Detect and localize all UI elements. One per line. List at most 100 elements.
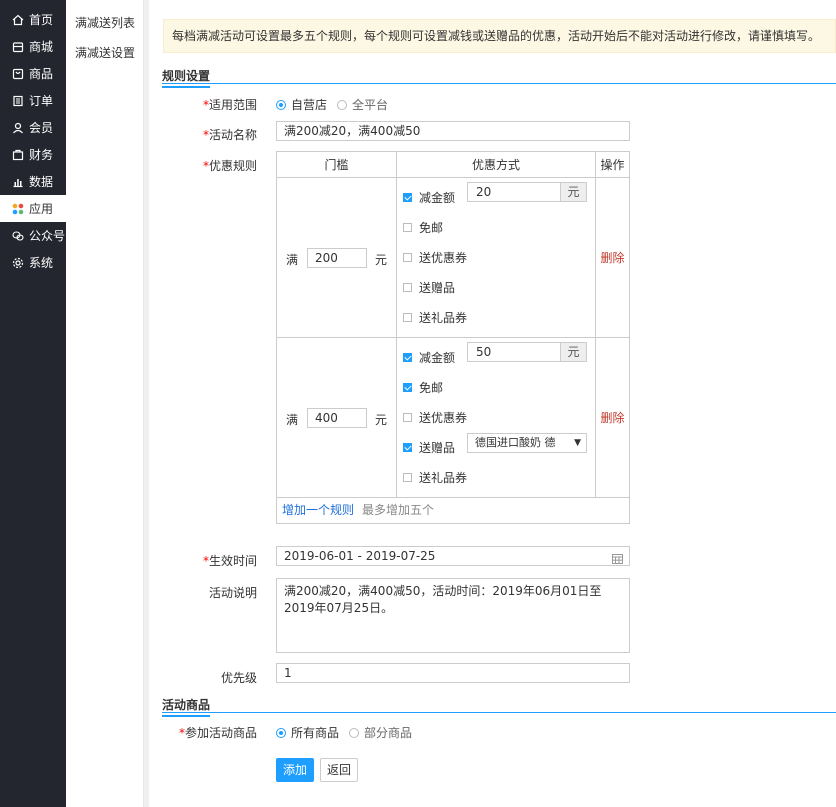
threshold-input[interactable]: 200: [307, 248, 367, 268]
threshold-cell: 满 200 元: [276, 177, 397, 338]
divider: [162, 83, 836, 84]
subnav-item-settings[interactable]: 满减送设置: [66, 33, 143, 71]
yuan-label: 元: [375, 413, 388, 427]
checkbox-box: [403, 413, 412, 422]
col-header-op: 操作: [595, 151, 630, 178]
priority-input[interactable]: 1: [276, 663, 630, 683]
name-label: *活动名称: [202, 128, 257, 142]
checkbox-box: [403, 223, 412, 232]
home-icon: [12, 14, 24, 26]
nav-label: 订单: [29, 94, 54, 108]
nav-item-member[interactable]: 会员: [0, 114, 66, 141]
subnav-item-list[interactable]: 满减送列表: [66, 0, 143, 33]
coupon-checkbox[interactable]: 送优惠券: [403, 409, 467, 426]
nav-item-wechat[interactable]: 公众号: [0, 222, 66, 249]
scope-all-radio[interactable]: 全平台: [337, 96, 388, 113]
activity-name-input[interactable]: 满200减20，满400减50: [276, 121, 630, 141]
nav-item-data[interactable]: 数据: [0, 168, 66, 195]
nav-item-apps[interactable]: 应用: [0, 195, 66, 222]
col-header-method: 优惠方式: [396, 151, 596, 178]
description-textarea[interactable]: 满200减20，满400减50，活动时间：2019年06月01日至2019年07…: [276, 578, 630, 653]
chart-icon: [12, 176, 24, 188]
gift-select[interactable]: 德国进口酸奶 德 ▼: [467, 433, 587, 453]
reduce-amount-input[interactable]: 20 元: [467, 182, 587, 202]
settings-icon: [12, 257, 24, 269]
goods-all-radio[interactable]: 所有商品: [276, 724, 339, 741]
op-cell: 删除: [595, 337, 630, 498]
nav-label: 系统: [29, 256, 54, 270]
nav-label: 商城: [29, 40, 54, 54]
radio-dot: [276, 99, 286, 110]
method-cell: 减金额 50 元 免邮 送优惠券 送赠品 德国进口酸奶 德 ▼ 送礼品券: [396, 337, 596, 498]
checkbox-box: [403, 193, 412, 202]
scope-self-radio[interactable]: 自营店: [276, 96, 327, 113]
calendar-icon: [612, 551, 623, 569]
nav-item-order[interactable]: 订单: [0, 87, 66, 114]
threshold-cell: 满 400 元: [276, 337, 397, 498]
priority-label: 优先级: [220, 671, 257, 685]
nav-label: 财务: [29, 148, 54, 162]
delete-rule-link[interactable]: 删除: [600, 251, 624, 265]
dropdown-arrow-icon: ▼: [574, 438, 581, 448]
nav-label: 应用: [29, 202, 54, 216]
apps-icon: [12, 203, 24, 215]
rule-row: 满 200 元 减金额 20 元 免邮 送优惠券 送赠品 送礼品券 删除: [276, 177, 630, 338]
gift-checkbox[interactable]: 送赠品: [403, 439, 455, 456]
main-content: 每档满减活动可设置最多五个规则，每个规则可设置减钱或送赠品的优惠，活动开始后不能…: [149, 0, 836, 807]
reduce-checkbox[interactable]: 减金额: [403, 349, 455, 366]
nav-item-home[interactable]: 首页: [0, 6, 66, 33]
nav-item-finance[interactable]: 财务: [0, 141, 66, 168]
sub-sidebar: 满减送列表 满减送设置: [66, 0, 144, 807]
checkbox-box: [403, 253, 412, 262]
nav-label: 商品: [29, 67, 54, 81]
man-label: 满: [286, 253, 299, 267]
checkbox-box: [403, 353, 412, 362]
checkbox-box: [403, 383, 412, 392]
add-rule-hint: 最多增加五个: [362, 503, 435, 517]
nav-label: 会员: [29, 121, 54, 135]
rules-table: 门槛 优惠方式 操作 满 200 元 减金额 20 元 免邮 送优惠券 送赠品 送…: [276, 151, 630, 498]
nav-item-system[interactable]: 系统: [0, 249, 66, 276]
yuan-label: 元: [375, 253, 388, 267]
delete-rule-link[interactable]: 删除: [600, 411, 624, 425]
goods-part-radio[interactable]: 部分商品: [349, 724, 412, 741]
add-button[interactable]: 添加: [276, 758, 314, 782]
date-range-input[interactable]: 2019-06-01 - 2019-07-25: [276, 546, 630, 566]
man-label: 满: [286, 413, 299, 427]
back-button[interactable]: 返回: [320, 758, 358, 782]
divider: [162, 712, 836, 713]
rule-row: 满 400 元 减金额 50 元 免邮 送优惠券 送赠品 德国进口酸奶 德 ▼ 送礼…: [276, 337, 630, 498]
gift-checkbox[interactable]: 送赠品: [403, 279, 455, 296]
checkbox-box: [403, 313, 412, 322]
desc-label: 活动说明: [208, 586, 257, 600]
coupon-checkbox[interactable]: 送优惠券: [403, 249, 467, 266]
checkbox-box: [403, 443, 412, 452]
add-rule-link[interactable]: 增加一个规则: [282, 503, 354, 517]
user-icon: [12, 122, 24, 134]
nav-item-store[interactable]: 商城: [0, 33, 66, 60]
free-ship-checkbox[interactable]: 免邮: [403, 219, 443, 236]
gift-card-checkbox[interactable]: 送礼品券: [403, 309, 467, 326]
nav-item-goods[interactable]: 商品: [0, 60, 66, 87]
radio-dot: [276, 727, 286, 738]
free-ship-checkbox[interactable]: 免邮: [403, 379, 443, 396]
nav-label: 数据: [29, 175, 54, 189]
gift-card-checkbox[interactable]: 送礼品券: [403, 469, 467, 486]
scope-label: *适用范围: [202, 98, 257, 112]
order-icon: [12, 95, 24, 107]
goods-icon: [12, 68, 24, 80]
add-rule-row: 增加一个规则 最多增加五个: [276, 497, 630, 524]
nav-label: 首页: [29, 13, 54, 27]
radio-dot: [337, 99, 347, 110]
radio-dot: [349, 727, 359, 738]
method-cell: 减金额 20 元 免邮 送优惠券 送赠品 送礼品券: [396, 177, 596, 338]
threshold-input[interactable]: 400: [307, 408, 367, 428]
goods-label: *参加活动商品: [178, 726, 257, 740]
reduce-checkbox[interactable]: 减金额: [403, 189, 455, 206]
op-cell: 删除: [595, 177, 630, 338]
rules-label: *优惠规则: [202, 159, 257, 173]
reduce-amount-input[interactable]: 50 元: [467, 342, 587, 362]
main-sidebar: 首页 商城 商品 订单 会员 财务 数据 应用 公众号 系统: [0, 0, 66, 807]
wechat-icon: [12, 230, 24, 242]
date-label: *生效时间: [202, 554, 257, 568]
